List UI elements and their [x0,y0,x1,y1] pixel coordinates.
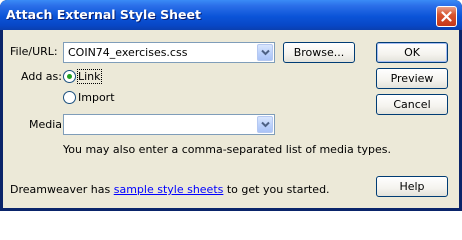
import-radio[interactable] [63,91,76,104]
file-url-label: File/URL: [10,45,58,58]
close-icon [441,11,452,22]
link-radio-label[interactable]: Link [77,69,102,84]
footer-prefix: Dreamweaver has [10,183,114,196]
preview-button[interactable]: Preview [376,68,448,89]
sample-style-sheets-link[interactable]: sample style sheets [114,183,224,196]
file-url-value: COIN74_exercises.css [68,46,188,59]
add-as-label: Add as: [21,70,62,83]
media-combobox[interactable] [63,114,275,135]
media-hint-text: You may also enter a comma-separated lis… [63,143,392,156]
cancel-button[interactable]: Cancel [376,94,448,115]
file-url-combobox[interactable]: COIN74_exercises.css [63,42,275,63]
browse-button[interactable]: Browse... [283,42,355,63]
title-bar[interactable]: Attach External Style Sheet [0,0,462,30]
close-button[interactable] [436,6,457,27]
media-dropdown-button[interactable] [257,116,273,133]
file-url-dropdown-button[interactable] [257,44,273,61]
media-label: Media: [29,118,66,131]
window-title: Attach External Style Sheet [6,7,201,22]
dialog-body: File/URL: COIN74_exercises.css Browse...… [3,30,459,208]
dialog-window: Attach External Style Sheet File/URL: CO… [0,0,462,211]
radio-selected-dot [67,74,72,79]
footer-text: Dreamweaver has sample style sheets to g… [10,183,330,196]
chevron-down-icon [260,121,270,128]
import-radio-label[interactable]: Import [78,91,115,104]
footer-suffix: to get you started. [223,183,330,196]
chevron-down-icon [260,49,270,56]
help-button[interactable]: Help [376,176,448,197]
link-radio[interactable] [63,70,76,83]
ok-button[interactable]: OK [376,42,448,63]
